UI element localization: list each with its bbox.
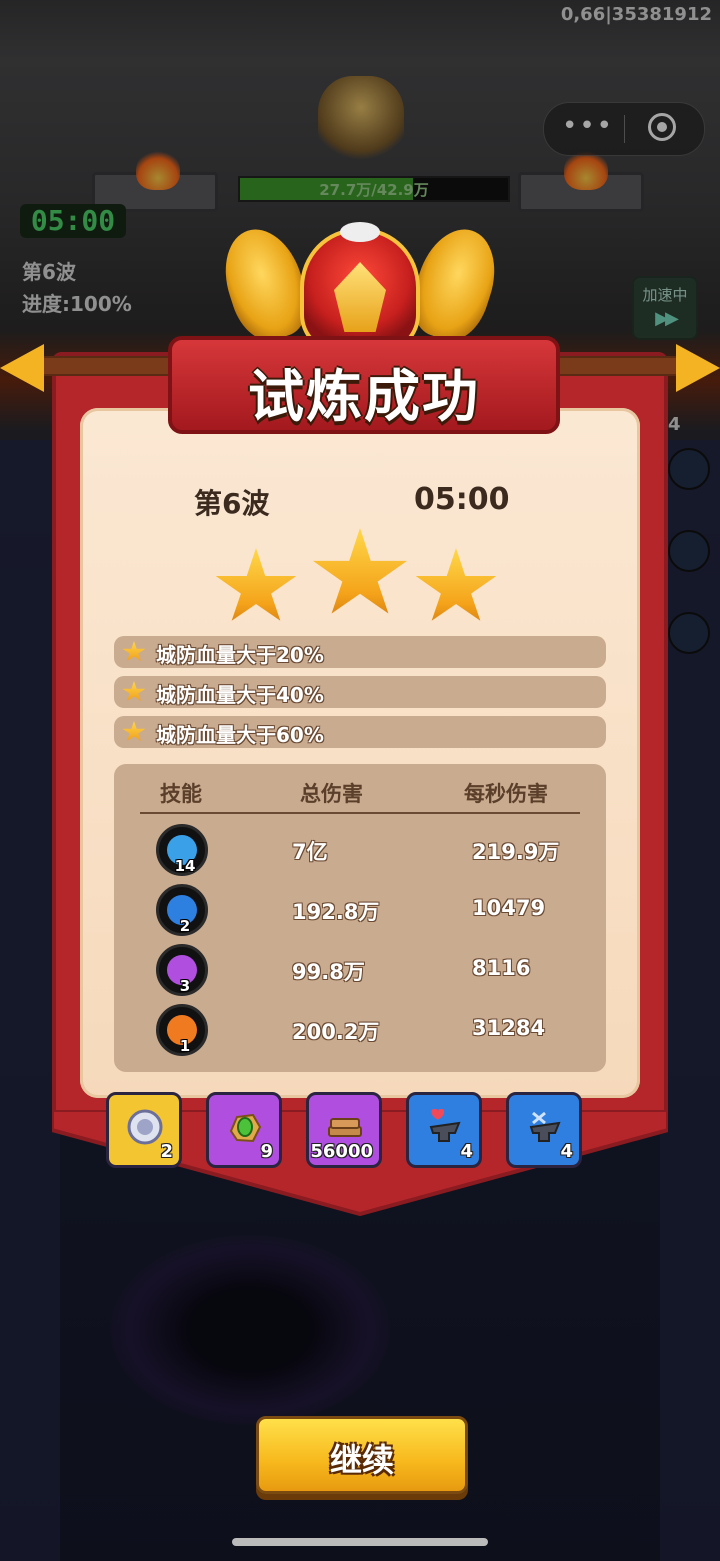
helmet-crest xyxy=(340,222,380,242)
star-icon xyxy=(122,681,146,702)
heart-anvil-icon xyxy=(429,1109,461,1142)
rod-right-end-icon xyxy=(676,344,720,392)
dps-value: 31284 xyxy=(472,1016,546,1040)
reward-count: 2 xyxy=(160,1141,173,1162)
result-time: 05:00 xyxy=(414,482,510,517)
continue-label: 继续 xyxy=(329,1441,394,1479)
title-plate: 试炼成功 xyxy=(168,336,560,434)
header-dps: 每秒伤害 xyxy=(464,782,548,806)
header-total-damage: 总伤害 xyxy=(300,782,363,806)
total-damage: 192.8万 xyxy=(292,900,380,924)
total-damage: 200.2万 xyxy=(292,1020,380,1044)
lightning-beast-skill-icon: 2 xyxy=(156,884,208,936)
result-wave: 第6波 xyxy=(194,487,270,520)
reward-item[interactable]: 56000 xyxy=(306,1092,382,1168)
reward-item[interactable]: 4 xyxy=(506,1092,582,1168)
fireball-skill-icon: 1 xyxy=(156,1004,208,1056)
rod-left-end-icon xyxy=(0,344,44,392)
condition-row: 城防血量大于20% xyxy=(114,636,606,668)
reward-count: 56000 xyxy=(310,1141,373,1162)
continue-button[interactable]: 继续 xyxy=(256,1416,468,1494)
total-damage: 99.8万 xyxy=(292,960,365,984)
skill-level: 14 xyxy=(174,857,196,875)
wood-planks-icon xyxy=(328,1118,362,1137)
condition-text: 城防血量大于20% xyxy=(156,643,324,667)
table-row: 1 200.2万 31284 xyxy=(114,1004,606,1064)
star-icon xyxy=(122,721,146,742)
reward-item[interactable]: 9 xyxy=(206,1092,282,1168)
sword-anvil-icon xyxy=(529,1111,561,1142)
home-indicator[interactable] xyxy=(232,1538,488,1546)
dps-value: 10479 xyxy=(472,896,546,920)
star-icon xyxy=(122,641,146,662)
table-row: 14 7亿 219.9万 xyxy=(114,824,606,884)
header-divider xyxy=(140,812,580,814)
reward-count: 4 xyxy=(560,1141,573,1162)
skill-level: 3 xyxy=(179,977,191,995)
ice-shard-skill-icon: 14 xyxy=(156,824,208,876)
reward-count: 4 xyxy=(460,1141,473,1162)
condition-row: 城防血量大于60% xyxy=(114,716,606,748)
condition-text: 城防血量大于60% xyxy=(156,723,324,747)
reward-item[interactable]: 2 xyxy=(106,1092,182,1168)
skill-level: 2 xyxy=(179,917,191,935)
total-damage: 7亿 xyxy=(292,840,328,864)
table-row: 3 99.8万 8116 xyxy=(114,944,606,1004)
reward-count: 9 xyxy=(260,1141,273,1162)
dps-value: 219.9万 xyxy=(472,840,560,864)
condition-text: 城防血量大于40% xyxy=(156,683,324,707)
result-title: 试炼成功 xyxy=(248,365,480,430)
header-skill: 技能 xyxy=(160,782,202,806)
table-row: 2 192.8万 10479 xyxy=(114,884,606,944)
arcane-orb-skill-icon: 3 xyxy=(156,944,208,996)
silver-coin-icon xyxy=(127,1109,163,1145)
reward-item[interactable]: 4 xyxy=(406,1092,482,1168)
skill-level: 1 xyxy=(179,1037,191,1055)
condition-row: 城防血量大于40% xyxy=(114,676,606,708)
dps-value: 8116 xyxy=(472,956,531,980)
damage-table: 技能 总伤害 每秒伤害 14 7亿 219.9万 2 192.8万 10479 … xyxy=(114,764,606,1072)
green-gem-ore-icon xyxy=(229,1113,262,1143)
